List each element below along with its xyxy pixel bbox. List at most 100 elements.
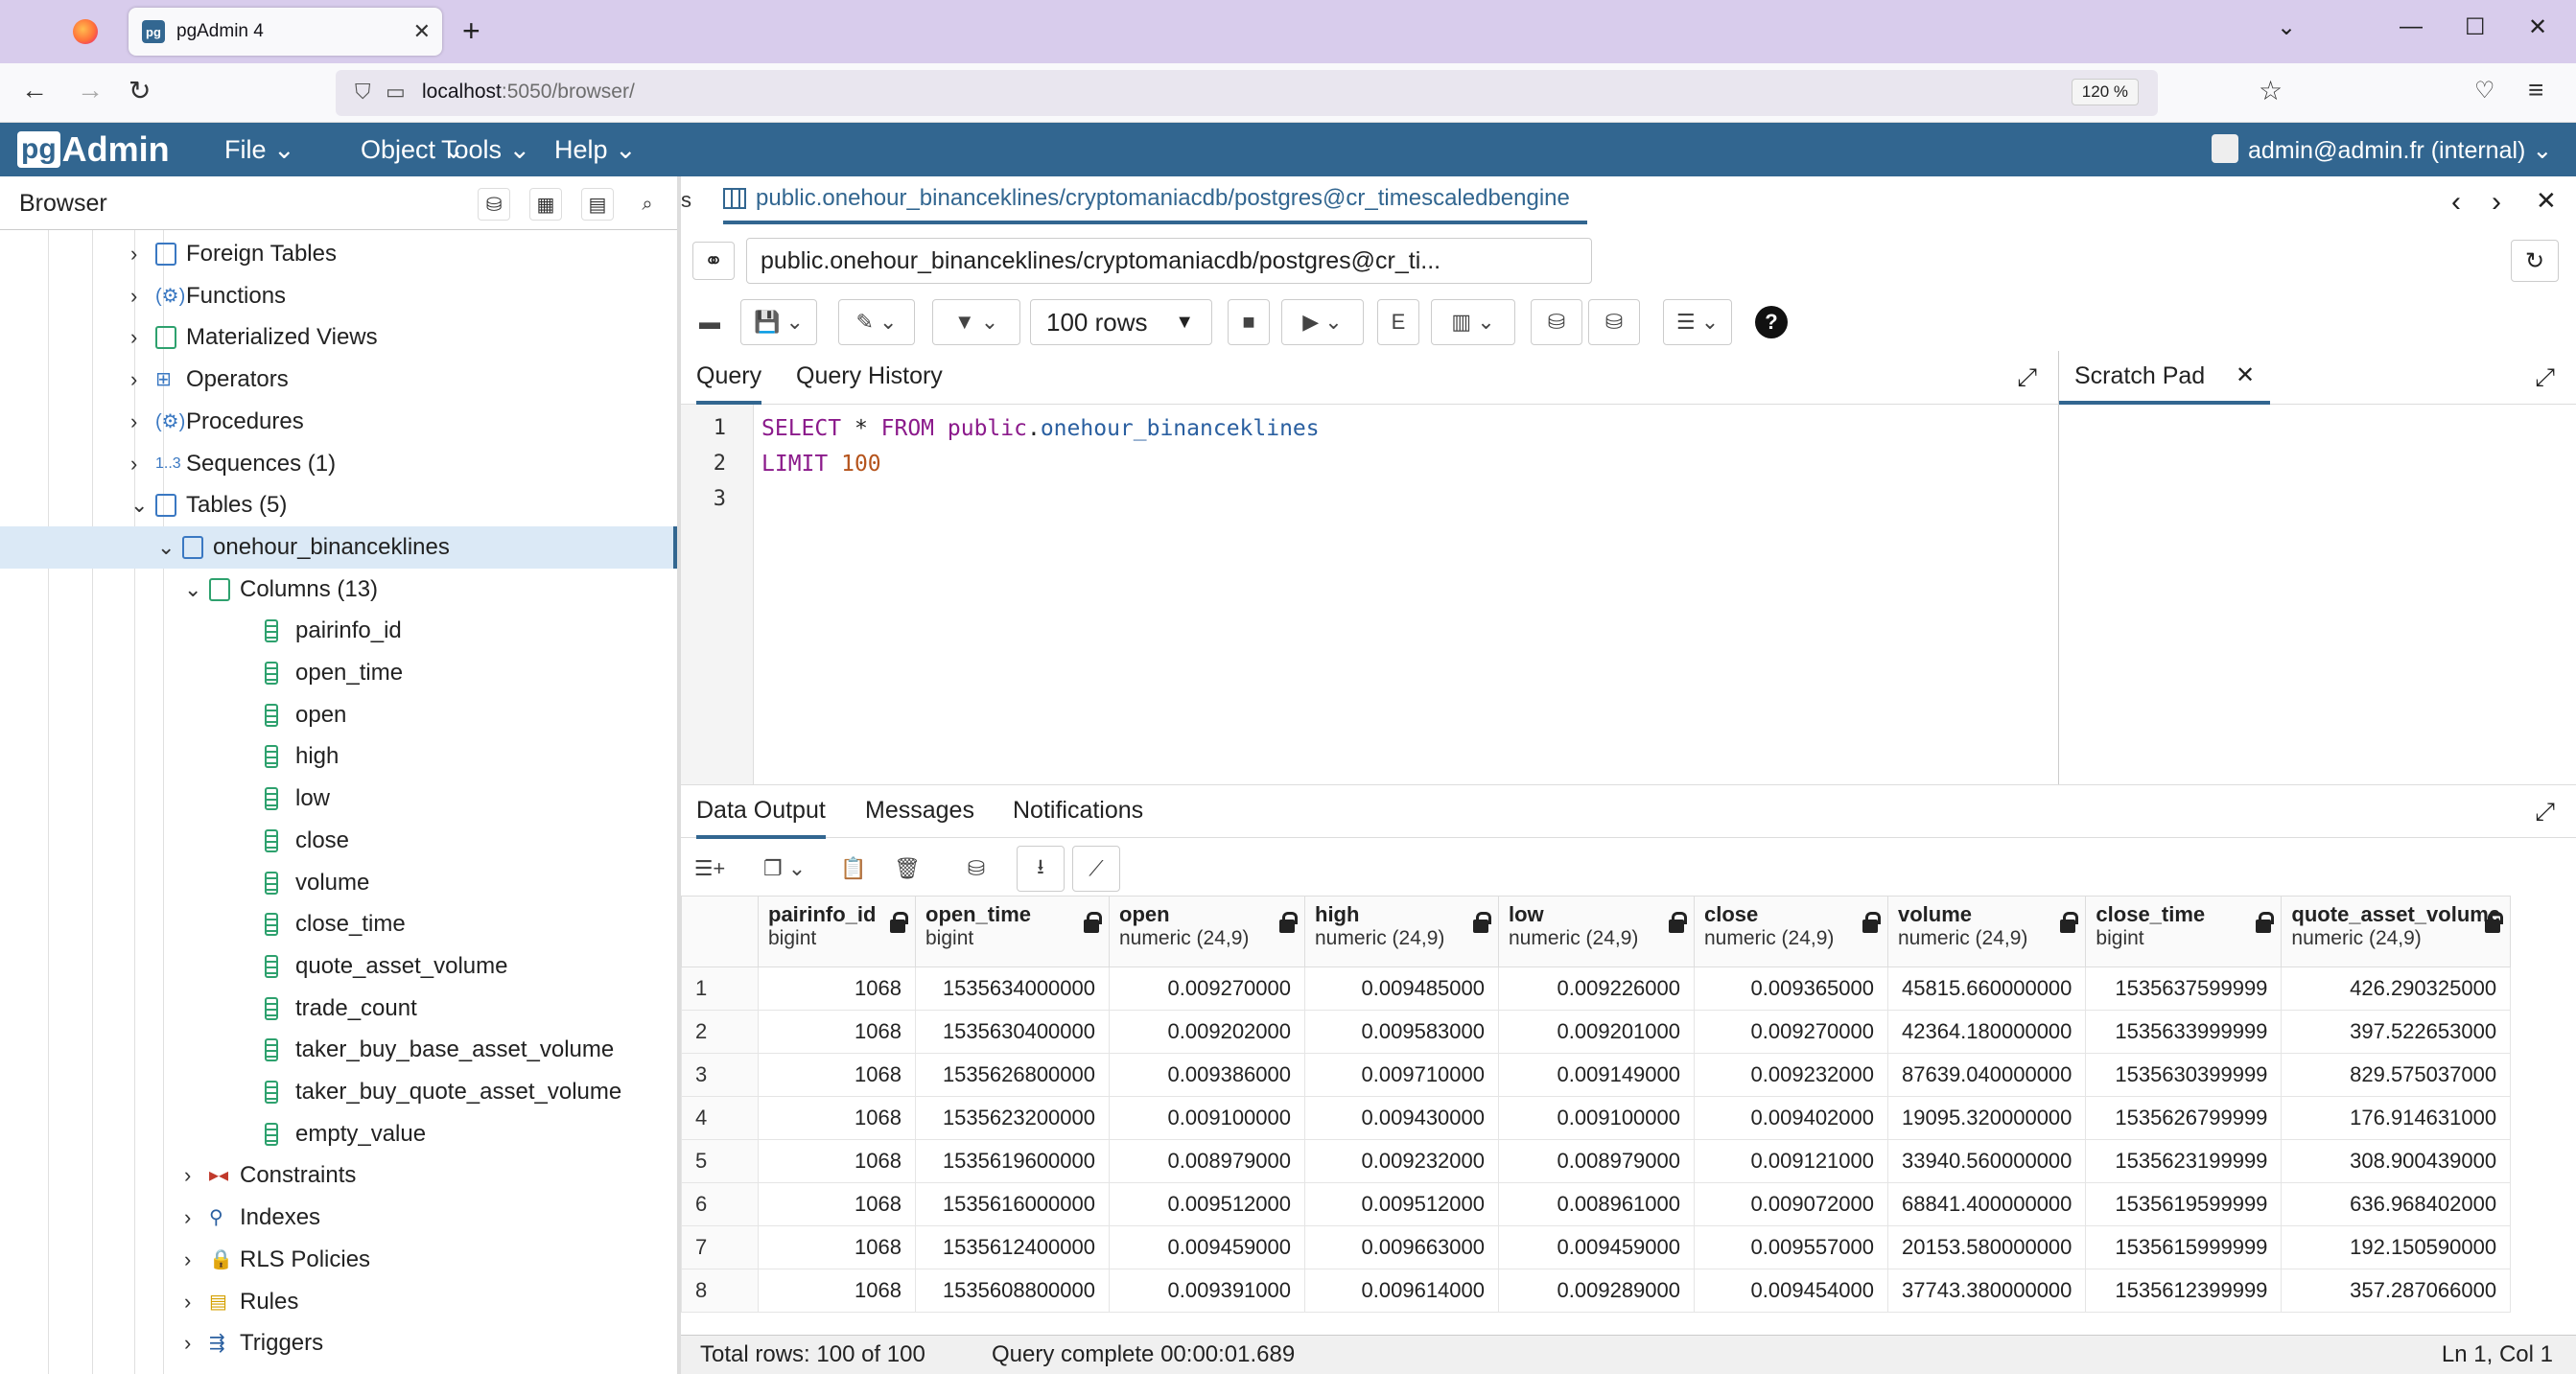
table-row[interactable]: 4 1068 1535623200000 0.009100000 0.009430000…: [681, 1096, 2512, 1140]
row-number[interactable]: 8: [681, 1269, 759, 1313]
tab-messages[interactable]: Messages: [865, 785, 974, 839]
chevron-right-icon[interactable]: ›: [130, 401, 137, 443]
menu-file[interactable]: File ⌄: [224, 135, 295, 165]
chevron-down-icon[interactable]: ⌄: [157, 526, 175, 569]
table-cell[interactable]: 42364.180000000: [1886, 1010, 2087, 1054]
tree-item[interactable]: volume: [0, 862, 677, 904]
table-cell[interactable]: 1535626800000: [915, 1053, 1110, 1097]
minimize-icon[interactable]: —: [2400, 13, 2423, 40]
table-cell[interactable]: 20153.580000000: [1886, 1225, 2087, 1269]
table-cell[interactable]: 426.290325000: [2281, 966, 2512, 1011]
tree-item[interactable]: › 🔒 RLS Policies: [0, 1239, 677, 1281]
table-row[interactable]: 1 1068 1535634000000 0.009270000 0.009485000…: [681, 966, 2512, 1011]
table-cell[interactable]: 0.009149000: [1498, 1053, 1695, 1097]
table-cell[interactable]: 0.009270000: [1694, 1010, 1888, 1054]
table-cell[interactable]: 0.009121000: [1694, 1139, 1888, 1183]
chevron-right-icon[interactable]: ›: [130, 316, 137, 359]
table-cell[interactable]: 0.009365000: [1694, 966, 1888, 1011]
tab-list-chevron-icon[interactable]: ⌄: [2277, 13, 2296, 41]
download-icon[interactable]: ⭳: [1017, 846, 1065, 892]
tab-notifications[interactable]: Notifications: [1013, 785, 1143, 839]
expand-icon[interactable]: ⤢: [2535, 362, 2555, 393]
save-file-button[interactable]: 💾 ⌄: [740, 299, 817, 345]
table-row[interactable]: 8 1068 1535608800000 0.009391000 0.009614000…: [681, 1269, 2512, 1313]
table-cell[interactable]: 1068: [758, 1010, 916, 1054]
table-cell[interactable]: 0.009232000: [1694, 1053, 1888, 1097]
chevron-right-icon[interactable]: ›: [130, 359, 137, 401]
table-cell[interactable]: 0.009663000: [1304, 1225, 1499, 1269]
menu-tools[interactable]: Tools ⌄: [441, 135, 530, 165]
table-cell[interactable]: 0.008979000: [1498, 1139, 1695, 1183]
tree-item[interactable]: pairinfo_id: [0, 610, 677, 652]
table-cell[interactable]: 0.009072000: [1694, 1182, 1888, 1226]
maximize-icon[interactable]: ☐: [2465, 13, 2486, 41]
tree-item[interactable]: › ⚲ Indexes: [0, 1197, 677, 1239]
tree-item[interactable]: › ⊞ Operators: [0, 359, 677, 401]
row-number[interactable]: 7: [681, 1225, 759, 1269]
table-cell[interactable]: 1068: [758, 1269, 916, 1313]
commit-icon[interactable]: ⛁: [1531, 299, 1582, 345]
table-cell[interactable]: 1535630400000: [915, 1010, 1110, 1054]
row-number[interactable]: 5: [681, 1139, 759, 1183]
table-row[interactable]: 7 1068 1535612400000 0.009459000 0.009663000…: [681, 1225, 2512, 1269]
table-cell[interactable]: 1068: [758, 1182, 916, 1226]
table-cell[interactable]: 1535633999999: [2085, 1010, 2283, 1054]
table-row[interactable]: 6 1068 1535616000000 0.009512000 0.009512000…: [681, 1182, 2512, 1226]
table-cell[interactable]: 0.009232000: [1304, 1139, 1499, 1183]
table-cell[interactable]: 19095.320000000: [1886, 1096, 2087, 1140]
graph-icon[interactable]: ⟋: [1072, 846, 1120, 892]
column-header[interactable]: low numeric (24,9): [1498, 896, 1695, 967]
zoom-badge[interactable]: 120 %: [2071, 79, 2139, 105]
table-cell[interactable]: 0.009485000: [1304, 966, 1499, 1011]
view-data-icon[interactable]: ▦: [529, 188, 562, 221]
table-cell[interactable]: 0.009512000: [1109, 1182, 1305, 1226]
table-cell[interactable]: 37743.380000000: [1886, 1269, 2087, 1313]
table-cell[interactable]: 1535623200000: [915, 1096, 1110, 1140]
table-cell[interactable]: 1535623199999: [2085, 1139, 2283, 1183]
table-cell[interactable]: 0.009100000: [1498, 1096, 1695, 1140]
tree-item[interactable]: › ▤ Rules: [0, 1281, 677, 1323]
table-cell[interactable]: 1535612400000: [915, 1225, 1110, 1269]
help-icon[interactable]: ?: [1747, 299, 1795, 345]
browser-menu-icon[interactable]: ≡: [2528, 75, 2543, 105]
column-header[interactable]: pairinfo_id bigint: [758, 896, 916, 967]
table-cell[interactable]: 192.150590000: [2281, 1225, 2512, 1269]
edit-button[interactable]: ✎ ⌄: [838, 299, 915, 345]
table-cell[interactable]: 0.009391000: [1109, 1269, 1305, 1313]
table-cell[interactable]: 1068: [758, 1225, 916, 1269]
chevron-right-icon[interactable]: ›: [184, 1154, 191, 1197]
tree-item[interactable]: ⌄ onehour_binanceklines: [0, 525, 677, 569]
table-cell[interactable]: 0.009614000: [1304, 1269, 1499, 1313]
query-tool-tab[interactable]: public.onehour_binanceklines/cryptomania…: [723, 176, 1587, 224]
column-header[interactable]: volume numeric (24,9): [1886, 896, 2087, 967]
tree-item[interactable]: › (⚙) Functions: [0, 275, 677, 317]
table-row[interactable]: 5 1068 1535619600000 0.008979000 0.009232000…: [681, 1139, 2512, 1183]
table-cell[interactable]: 1535615999999: [2085, 1225, 2283, 1269]
table-cell[interactable]: 0.009289000: [1498, 1269, 1695, 1313]
tree-item[interactable]: › Foreign Tables: [0, 233, 677, 275]
table-cell[interactable]: 1068: [758, 1053, 916, 1097]
tree-item[interactable]: › 1..3 Sequences (1): [0, 443, 677, 485]
chevron-down-icon[interactable]: ⌄: [184, 569, 201, 611]
browser-tab-pgadmin[interactable]: pg pgAdmin 4 ✕: [129, 8, 442, 56]
tree-item[interactable]: ⌄ Tables (5): [0, 484, 677, 526]
save-data-icon[interactable]: ⛁: [955, 846, 997, 892]
column-header[interactable]: close_time bigint: [2085, 896, 2283, 967]
table-cell[interactable]: 0.009202000: [1109, 1010, 1305, 1054]
expand-icon[interactable]: ⤢: [2535, 797, 2555, 827]
tab-prefix[interactable]: s: [681, 188, 691, 213]
table-cell[interactable]: 1068: [758, 966, 916, 1011]
filtered-rows-icon[interactable]: ▤: [581, 188, 614, 221]
delete-icon[interactable]: 🗑: [886, 846, 928, 892]
column-header[interactable]: quote_asset_volume numeric (24,9): [2281, 896, 2512, 967]
table-cell[interactable]: 1535612399999: [2085, 1269, 2283, 1313]
table-cell[interactable]: 1535608800000: [915, 1269, 1110, 1313]
table-cell[interactable]: 0.009386000: [1109, 1053, 1305, 1097]
table-cell[interactable]: 0.009557000: [1694, 1225, 1888, 1269]
reload-icon[interactable]: ↻: [129, 75, 151, 106]
chevron-right-icon[interactable]: ›: [184, 1197, 191, 1239]
back-icon[interactable]: ←: [21, 75, 48, 105]
paste-icon[interactable]: 📋: [832, 846, 875, 892]
table-cell[interactable]: 0.009710000: [1304, 1053, 1499, 1097]
table-cell[interactable]: 308.900439000: [2281, 1139, 2512, 1183]
